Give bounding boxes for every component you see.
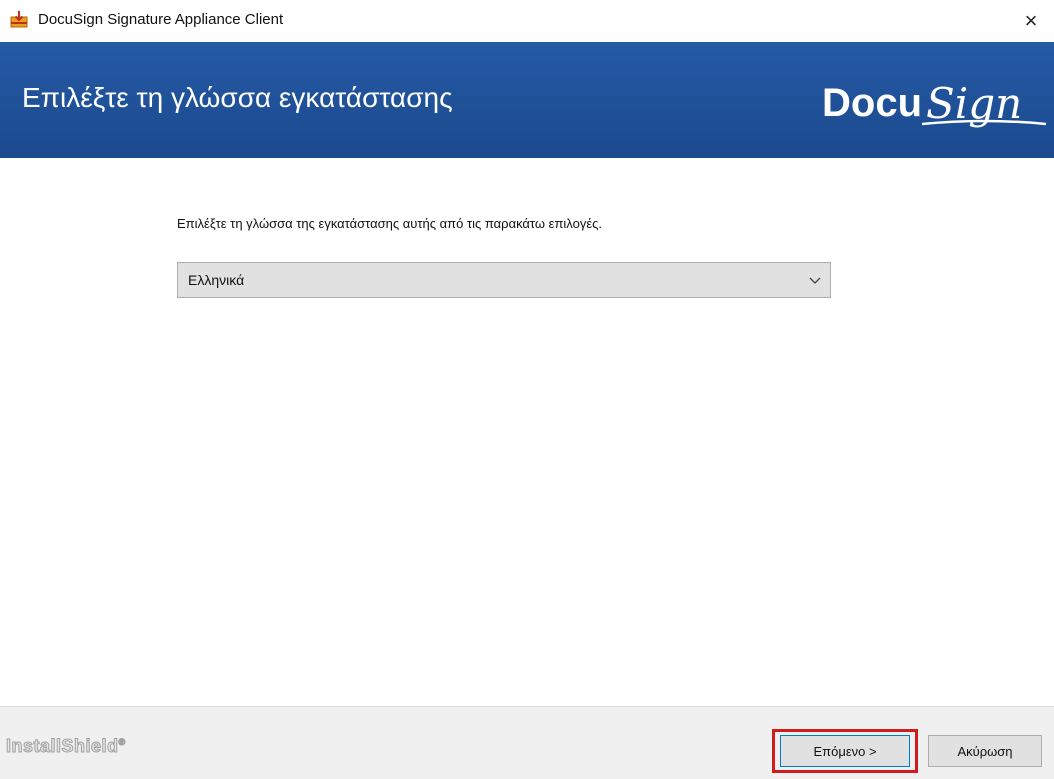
installer-package-icon bbox=[10, 11, 28, 28]
language-select-value: Ελληνικά bbox=[188, 272, 245, 288]
language-select[interactable]: Ελληνικά bbox=[177, 262, 831, 298]
window-title: DocuSign Signature Appliance Client bbox=[38, 11, 284, 28]
page-title: Επιλέξτε τη γλώσσα εγκατάστασης bbox=[22, 82, 453, 113]
close-button[interactable]: × bbox=[1008, 0, 1054, 42]
installer-window: DocuSign Signature Appliance Client × Επ… bbox=[0, 0, 1054, 779]
next-button[interactable]: Επόμενο > bbox=[780, 735, 910, 767]
cancel-button[interactable]: Ακύρωση bbox=[928, 735, 1042, 767]
logo-docu-text: Docu bbox=[822, 81, 922, 125]
instruction-text: Επιλέξτε τη γλώσσα της εγκατάστασης αυτή… bbox=[177, 216, 603, 231]
close-icon: × bbox=[1024, 8, 1038, 33]
docusign-logo: Docu Sign bbox=[822, 79, 1047, 128]
header-banner: Επιλέξτε τη γλώσσα εγκατάστασης Docu Sig… bbox=[0, 42, 1054, 158]
title-bar: DocuSign Signature Appliance Client × bbox=[0, 0, 1054, 42]
footer-bar: InstallShield® Επόμενο > Ακύρωση bbox=[0, 706, 1054, 779]
installshield-brand: InstallShield® bbox=[6, 736, 126, 757]
chevron-down-icon bbox=[809, 277, 821, 284]
content-area: Επιλέξτε τη γλώσσα της εγκατάστασης αυτή… bbox=[0, 158, 1054, 706]
